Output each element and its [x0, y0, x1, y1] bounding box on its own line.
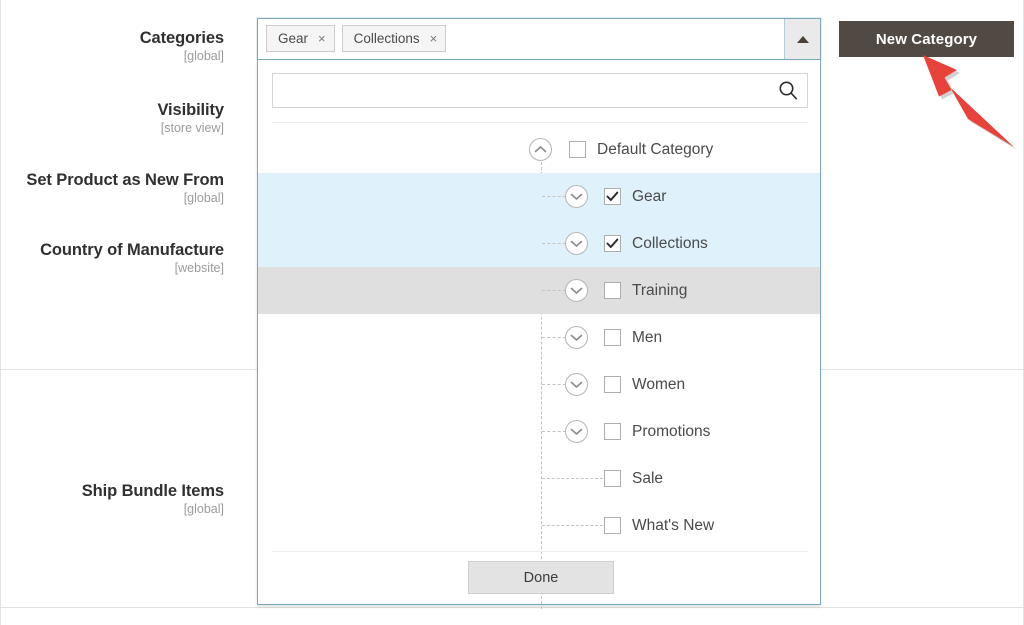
tree-node-label: Men — [632, 327, 662, 348]
tree-row[interactable]: Default Category — [258, 126, 820, 173]
tree-connector-line — [542, 431, 566, 432]
tree-node-label: Sale — [632, 468, 663, 489]
tree-row[interactable]: Sale — [258, 455, 820, 502]
tree-row[interactable]: Collections — [258, 220, 820, 267]
tree-checkbox[interactable] — [604, 517, 621, 534]
done-button[interactable]: Done — [468, 561, 614, 594]
tree-checkbox-checked[interactable] — [604, 235, 621, 252]
tree-node-label: Gear — [632, 186, 666, 207]
chip-label: Gear — [278, 31, 308, 46]
multiselect-toggle-button[interactable] — [784, 19, 820, 59]
tree-connector-line — [542, 384, 566, 385]
arrow-pointer-icon — [916, 48, 1024, 153]
tree-connector-line — [542, 196, 566, 197]
field-label-title: Ship Bundle Items — [0, 481, 224, 501]
tree-checkbox[interactable] — [604, 470, 621, 487]
tree-row[interactable]: Promotions — [258, 408, 820, 455]
tree-node-label: Women — [632, 374, 685, 395]
section-divider — [1, 607, 1024, 608]
tree-checkbox[interactable] — [604, 376, 621, 393]
product-form-page: Categories [global] Visibility [store vi… — [0, 0, 1024, 625]
caret-up-icon — [797, 36, 809, 43]
tree-row[interactable]: Gear — [258, 173, 820, 220]
tree-node-label: Training — [632, 280, 687, 301]
tree-row[interactable]: Training — [258, 267, 820, 314]
field-label-title: Categories — [0, 28, 224, 48]
tree-connector-line — [542, 243, 566, 244]
field-label-country-of-manufacture: Country of Manufacture [website] — [0, 240, 224, 277]
field-label-title: Set Product as New From — [0, 170, 224, 190]
tree-connector-line — [542, 337, 566, 338]
chevron-down-icon[interactable] — [565, 326, 588, 349]
tree-connector-line — [542, 290, 566, 291]
close-icon[interactable]: × — [318, 32, 326, 45]
tree-checkbox[interactable] — [604, 282, 621, 299]
panel-footer-divider — [272, 551, 808, 552]
field-label-scope: [global] — [0, 190, 224, 207]
chevron-down-icon[interactable] — [565, 232, 588, 255]
new-category-button[interactable]: New Category — [839, 21, 1014, 57]
search-icon[interactable] — [778, 80, 798, 100]
category-tree: Default Category Gear — [258, 126, 820, 549]
tree-row[interactable]: Women — [258, 361, 820, 408]
search-field-wrapper — [272, 73, 808, 108]
category-chip[interactable]: Gear × — [266, 25, 335, 52]
chevron-down-icon[interactable] — [565, 185, 588, 208]
tree-checkbox[interactable] — [569, 141, 586, 158]
chevron-up-icon[interactable] — [529, 138, 552, 161]
tree-node-label: Default Category — [597, 139, 713, 160]
field-label-scope: [global] — [0, 48, 224, 65]
field-label-categories: Categories [global] — [0, 28, 224, 65]
field-label-title: Visibility — [0, 100, 224, 120]
field-label-visibility: Visibility [store view] — [0, 100, 224, 137]
tree-node-label: What's New — [632, 515, 714, 536]
chevron-down-icon[interactable] — [565, 420, 588, 443]
tree-connector-line — [542, 478, 603, 479]
field-label-scope: [global] — [0, 501, 224, 518]
categories-multiselect[interactable]: Gear × Collections × — [257, 18, 821, 60]
tree-row[interactable]: What's New — [258, 502, 820, 549]
category-chip[interactable]: Collections × — [342, 25, 447, 52]
tree-node-label: Promotions — [632, 421, 710, 442]
tree-checkbox-checked[interactable] — [604, 188, 621, 205]
tree-row[interactable]: Men — [258, 314, 820, 361]
field-label-ship-bundle-items: Ship Bundle Items [global] — [0, 481, 224, 518]
field-label-title: Country of Manufacture — [0, 240, 224, 260]
chip-label: Collections — [354, 31, 420, 46]
tree-checkbox[interactable] — [604, 423, 621, 440]
field-label-set-product-as-new-from: Set Product as New From [global] — [0, 170, 224, 207]
chevron-down-icon[interactable] — [565, 279, 588, 302]
selected-categories-chips: Gear × Collections × — [258, 19, 446, 59]
tree-checkbox[interactable] — [604, 329, 621, 346]
chevron-down-icon[interactable] — [565, 373, 588, 396]
field-label-scope: [store view] — [0, 120, 224, 137]
tree-connector-line — [542, 525, 603, 526]
tree-node-label: Collections — [632, 233, 708, 254]
search-input[interactable] — [272, 73, 808, 108]
categories-dropdown-panel: Default Category Gear — [257, 60, 821, 605]
close-icon[interactable]: × — [430, 32, 438, 45]
panel-divider — [272, 122, 808, 123]
field-label-scope: [website] — [0, 260, 224, 277]
